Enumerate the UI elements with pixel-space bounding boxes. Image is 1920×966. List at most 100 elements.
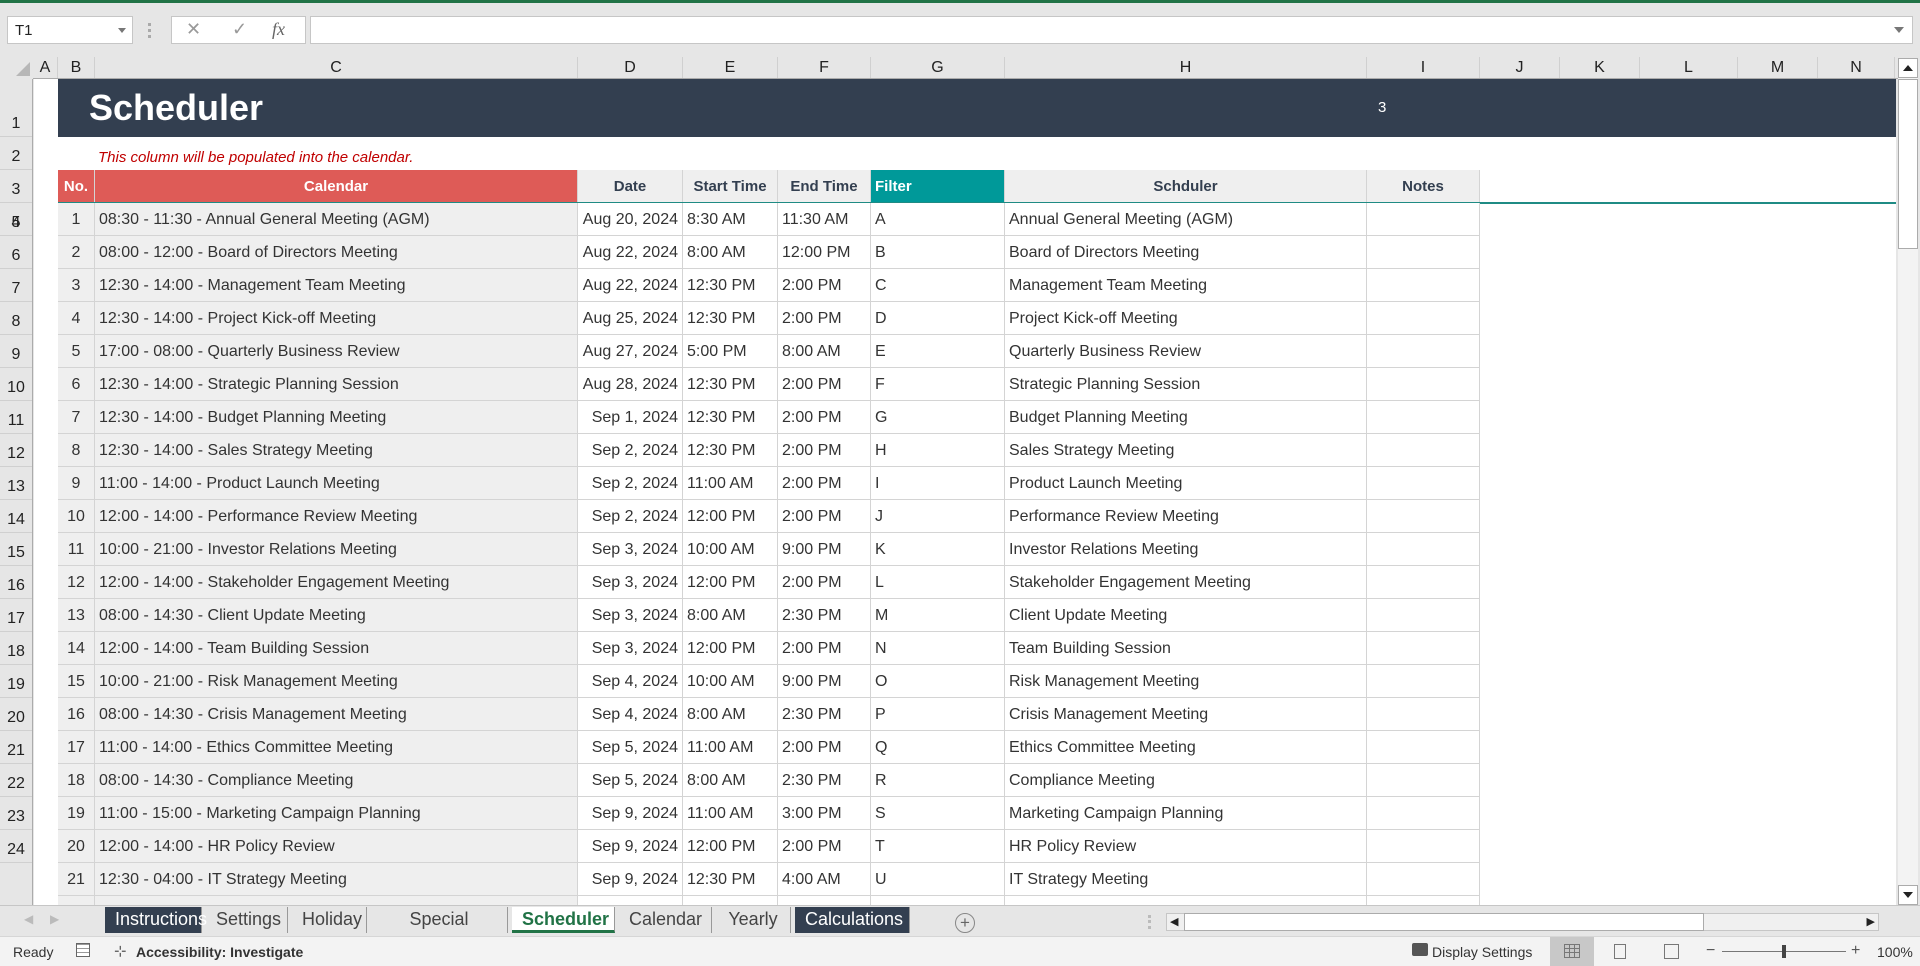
horizontal-scroll-thumb[interactable] (1184, 913, 1704, 931)
cell-end-time[interactable]: 2:30 PM (778, 599, 871, 632)
cell-end-time[interactable]: 2:30 PM (778, 698, 871, 731)
page-break-preview-icon[interactable] (1664, 944, 1679, 959)
cell-filter[interactable]: T (871, 830, 1005, 863)
expand-formula-bar-icon[interactable] (1894, 27, 1904, 33)
header-notes[interactable]: Notes (1367, 170, 1480, 203)
cell-notes[interactable] (1367, 236, 1480, 269)
cell-no[interactable]: 22 (58, 896, 95, 905)
zoom-level[interactable]: 100% (1877, 944, 1913, 960)
cell-no[interactable]: 21 (58, 863, 95, 896)
cell-calendar[interactable]: 17:00 - 08:00 - Quarterly Business Revie… (95, 335, 578, 368)
row-header-9[interactable]: 9 (0, 335, 32, 368)
cell-no[interactable]: 12 (58, 566, 95, 599)
cell-notes[interactable] (1367, 269, 1480, 302)
cell-filter[interactable]: D (871, 302, 1005, 335)
cell-no[interactable]: 6 (58, 368, 95, 401)
normal-view-button[interactable] (1550, 937, 1594, 966)
cell-end-time[interactable]: 2:00 PM (778, 401, 871, 434)
cell-notes[interactable] (1367, 632, 1480, 665)
cell-scheduler[interactable]: Annual General Meeting (AGM) (1005, 203, 1367, 236)
cell-calendar[interactable]: 12:30 - 14:00 - Strategic Planning Sessi… (95, 368, 578, 401)
row-header-16[interactable]: 16 (0, 566, 32, 599)
cell-date[interactable]: Aug 25, 2024 (578, 302, 683, 335)
cell-notes[interactable] (1367, 533, 1480, 566)
header-date[interactable]: Date (578, 170, 683, 203)
accessibility-status[interactable]: Accessibility: Investigate (136, 944, 303, 960)
cell-scheduler[interactable]: Quarterly Business Review (1005, 335, 1367, 368)
cell-start-time[interactable]: 12:00 PM (683, 830, 778, 863)
row-header-20[interactable]: 20 (0, 698, 32, 731)
column-header-j[interactable]: J (1480, 57, 1560, 78)
cell-calendar[interactable]: 08:00 - 14:30 - Crisis Management Meetin… (95, 698, 578, 731)
scroll-down-button[interactable] (1898, 885, 1918, 905)
cell-scheduler[interactable]: Team Building Session (1005, 632, 1367, 665)
cell-notes[interactable] (1367, 599, 1480, 632)
cell-start-time[interactable]: 12:30 PM (683, 401, 778, 434)
cell-calendar[interactable]: 12:00 - 14:00 - Stakeholder Engagement M… (95, 566, 578, 599)
row-header-10[interactable]: 10 (0, 368, 32, 401)
cell-no[interactable]: 1 (58, 203, 95, 236)
column-header-k[interactable]: K (1560, 57, 1640, 78)
cell-scheduler[interactable]: Product Launch Meeting (1005, 467, 1367, 500)
cell-date[interactable]: Sep 4, 2024 (578, 665, 683, 698)
cell-scheduler[interactable]: Project Kick-off Meeting (1005, 302, 1367, 335)
cell-end-time[interactable]: 12:00 PM (778, 236, 871, 269)
row-header-1[interactable]: 1 (0, 79, 32, 137)
row-header-6[interactable]: 6 (0, 236, 32, 269)
vertical-scrollbar[interactable] (1898, 58, 1918, 905)
cell-date[interactable]: Sep 3, 2024 (578, 599, 683, 632)
cell-calendar[interactable]: 12:30 - 04:00 - IT Strategy Meeting (95, 863, 578, 896)
cell-scheduler[interactable]: Sales Strategy Meeting (1005, 434, 1367, 467)
cell-calendar[interactable]: 12:00 - 14:00 - Team Building Session (95, 632, 578, 665)
cell-filter[interactable]: I (871, 467, 1005, 500)
cell-filter[interactable]: B (871, 236, 1005, 269)
cell-calendar[interactable]: 11:00 - 14:00 - Ethics Committee Meeting (95, 731, 578, 764)
cell-calendar[interactable]: 08:00 - 14:30 - Client Update Meeting (95, 599, 578, 632)
cell-start-time[interactable]: 12:30 PM (683, 302, 778, 335)
cell-start-time[interactable]: 11:00 AM (683, 467, 778, 500)
row-header-5[interactable]: 5 (0, 203, 32, 236)
cell-filter[interactable]: E (871, 335, 1005, 368)
sheet-tab-yearly[interactable]: Yearly (716, 907, 791, 933)
sheet-tab-calculations[interactable]: Calculations (795, 907, 910, 933)
cell-start-time[interactable]: 12:00 PM (683, 566, 778, 599)
cell-date[interactable]: Sep 3, 2024 (578, 566, 683, 599)
cell-filter[interactable]: R (871, 764, 1005, 797)
cell-end-time[interactable]: 2:00 PM (778, 368, 871, 401)
sheet-tab-calendar[interactable]: Calendar (619, 907, 712, 933)
cell-notes[interactable] (1367, 896, 1480, 905)
cell-no[interactable]: 10 (58, 500, 95, 533)
cell-end-time[interactable]: 2:30 PM (778, 764, 871, 797)
cell-filter[interactable]: Q (871, 731, 1005, 764)
cell-start-time[interactable]: 8:00 AM (683, 599, 778, 632)
cell-date[interactable]: Sep 5, 2024 (578, 764, 683, 797)
cell-filter[interactable]: O (871, 665, 1005, 698)
cell-scheduler[interactable]: Budget Planning Meeting (1005, 401, 1367, 434)
cell-filter[interactable]: K (871, 533, 1005, 566)
cell-end-time[interactable]: 8:00 AM (778, 335, 871, 368)
cell-no[interactable]: 2 (58, 236, 95, 269)
header-scheduler[interactable]: Schduler (1005, 170, 1367, 203)
cell-calendar[interactable]: 12:00 - 14:00 - HR Policy Review (95, 830, 578, 863)
sheet-tab-settings[interactable]: Settings (206, 907, 288, 933)
sheet-tab-holiday[interactable]: Holiday (292, 907, 367, 933)
cell-filter[interactable]: U (871, 863, 1005, 896)
cell-scheduler[interactable]: Ethics Committee Meeting (1005, 731, 1367, 764)
cell-filter[interactable]: C (871, 269, 1005, 302)
sheet-tab-scheduler[interactable]: Scheduler (512, 907, 615, 933)
sheet-tab-instructions[interactable]: Instructions (105, 907, 207, 933)
header-filter[interactable]: Filter (871, 170, 1005, 203)
row-header-24[interactable]: 24 (0, 830, 32, 863)
cell-end-time[interactable]: 2:00 PM (778, 731, 871, 764)
cell-filter[interactable]: M (871, 599, 1005, 632)
cell-no[interactable]: 5 (58, 335, 95, 368)
cell-start-time[interactable]: 11:00 AM (683, 731, 778, 764)
cell-date[interactable]: Sep 5, 2024 (578, 731, 683, 764)
cell-filter[interactable]: P (871, 698, 1005, 731)
cell-no[interactable]: 19 (58, 797, 95, 830)
cell-date[interactable]: Aug 22, 2024 (578, 269, 683, 302)
column-header-b[interactable]: B (58, 57, 95, 78)
formula-input[interactable] (310, 16, 1913, 44)
cell-scheduler[interactable]: Investor Relations Meeting (1005, 533, 1367, 566)
cell-end-time[interactable]: 2:00 PM (778, 467, 871, 500)
